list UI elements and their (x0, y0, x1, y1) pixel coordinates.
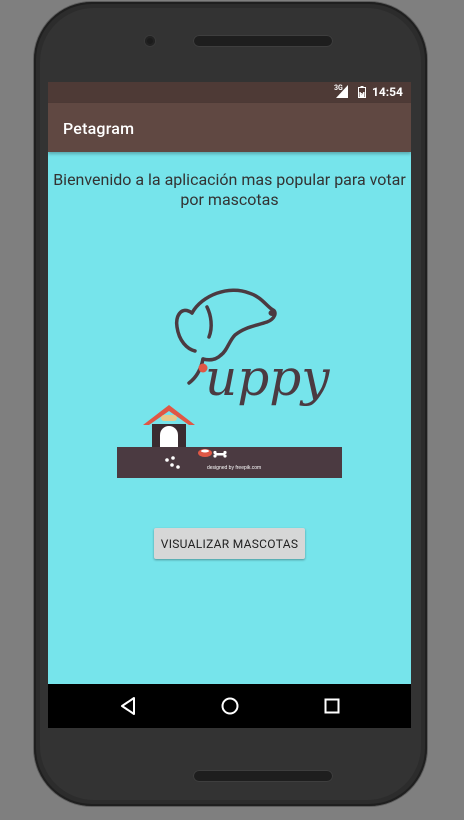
bottom-speaker (193, 770, 333, 782)
back-icon[interactable] (118, 695, 140, 717)
device-screen: 3G 14:54 Petagram Bienvenido a la aplica… (48, 82, 411, 728)
signal-icon (336, 85, 348, 98)
puppy-logo: uppy designed by freepik.com (117, 255, 342, 478)
navigation-bar (48, 684, 411, 728)
food-bowl-icon (198, 449, 212, 457)
logo-ground (117, 447, 342, 478)
app-title: Petagram (63, 119, 135, 138)
top-speaker (193, 35, 333, 47)
freepik-credit: designed by freepik.com (207, 465, 261, 471)
recents-icon[interactable] (321, 695, 343, 717)
visualizar-mascotas-button[interactable]: VISUALIZAR MASCOTAS (154, 528, 305, 559)
app-bar: Petagram (48, 103, 411, 152)
doghouse-illustration (143, 405, 195, 452)
status-bar: 3G 14:54 (48, 82, 411, 103)
battery-icon (358, 86, 366, 98)
front-camera (145, 36, 155, 46)
clock: 14:54 (372, 85, 403, 99)
dog-nose-icon (268, 310, 276, 316)
logo-brand-text: uppy (205, 349, 330, 407)
welcome-text: Bienvenido a la aplicación mas popular p… (53, 170, 406, 209)
home-icon[interactable] (219, 695, 241, 717)
